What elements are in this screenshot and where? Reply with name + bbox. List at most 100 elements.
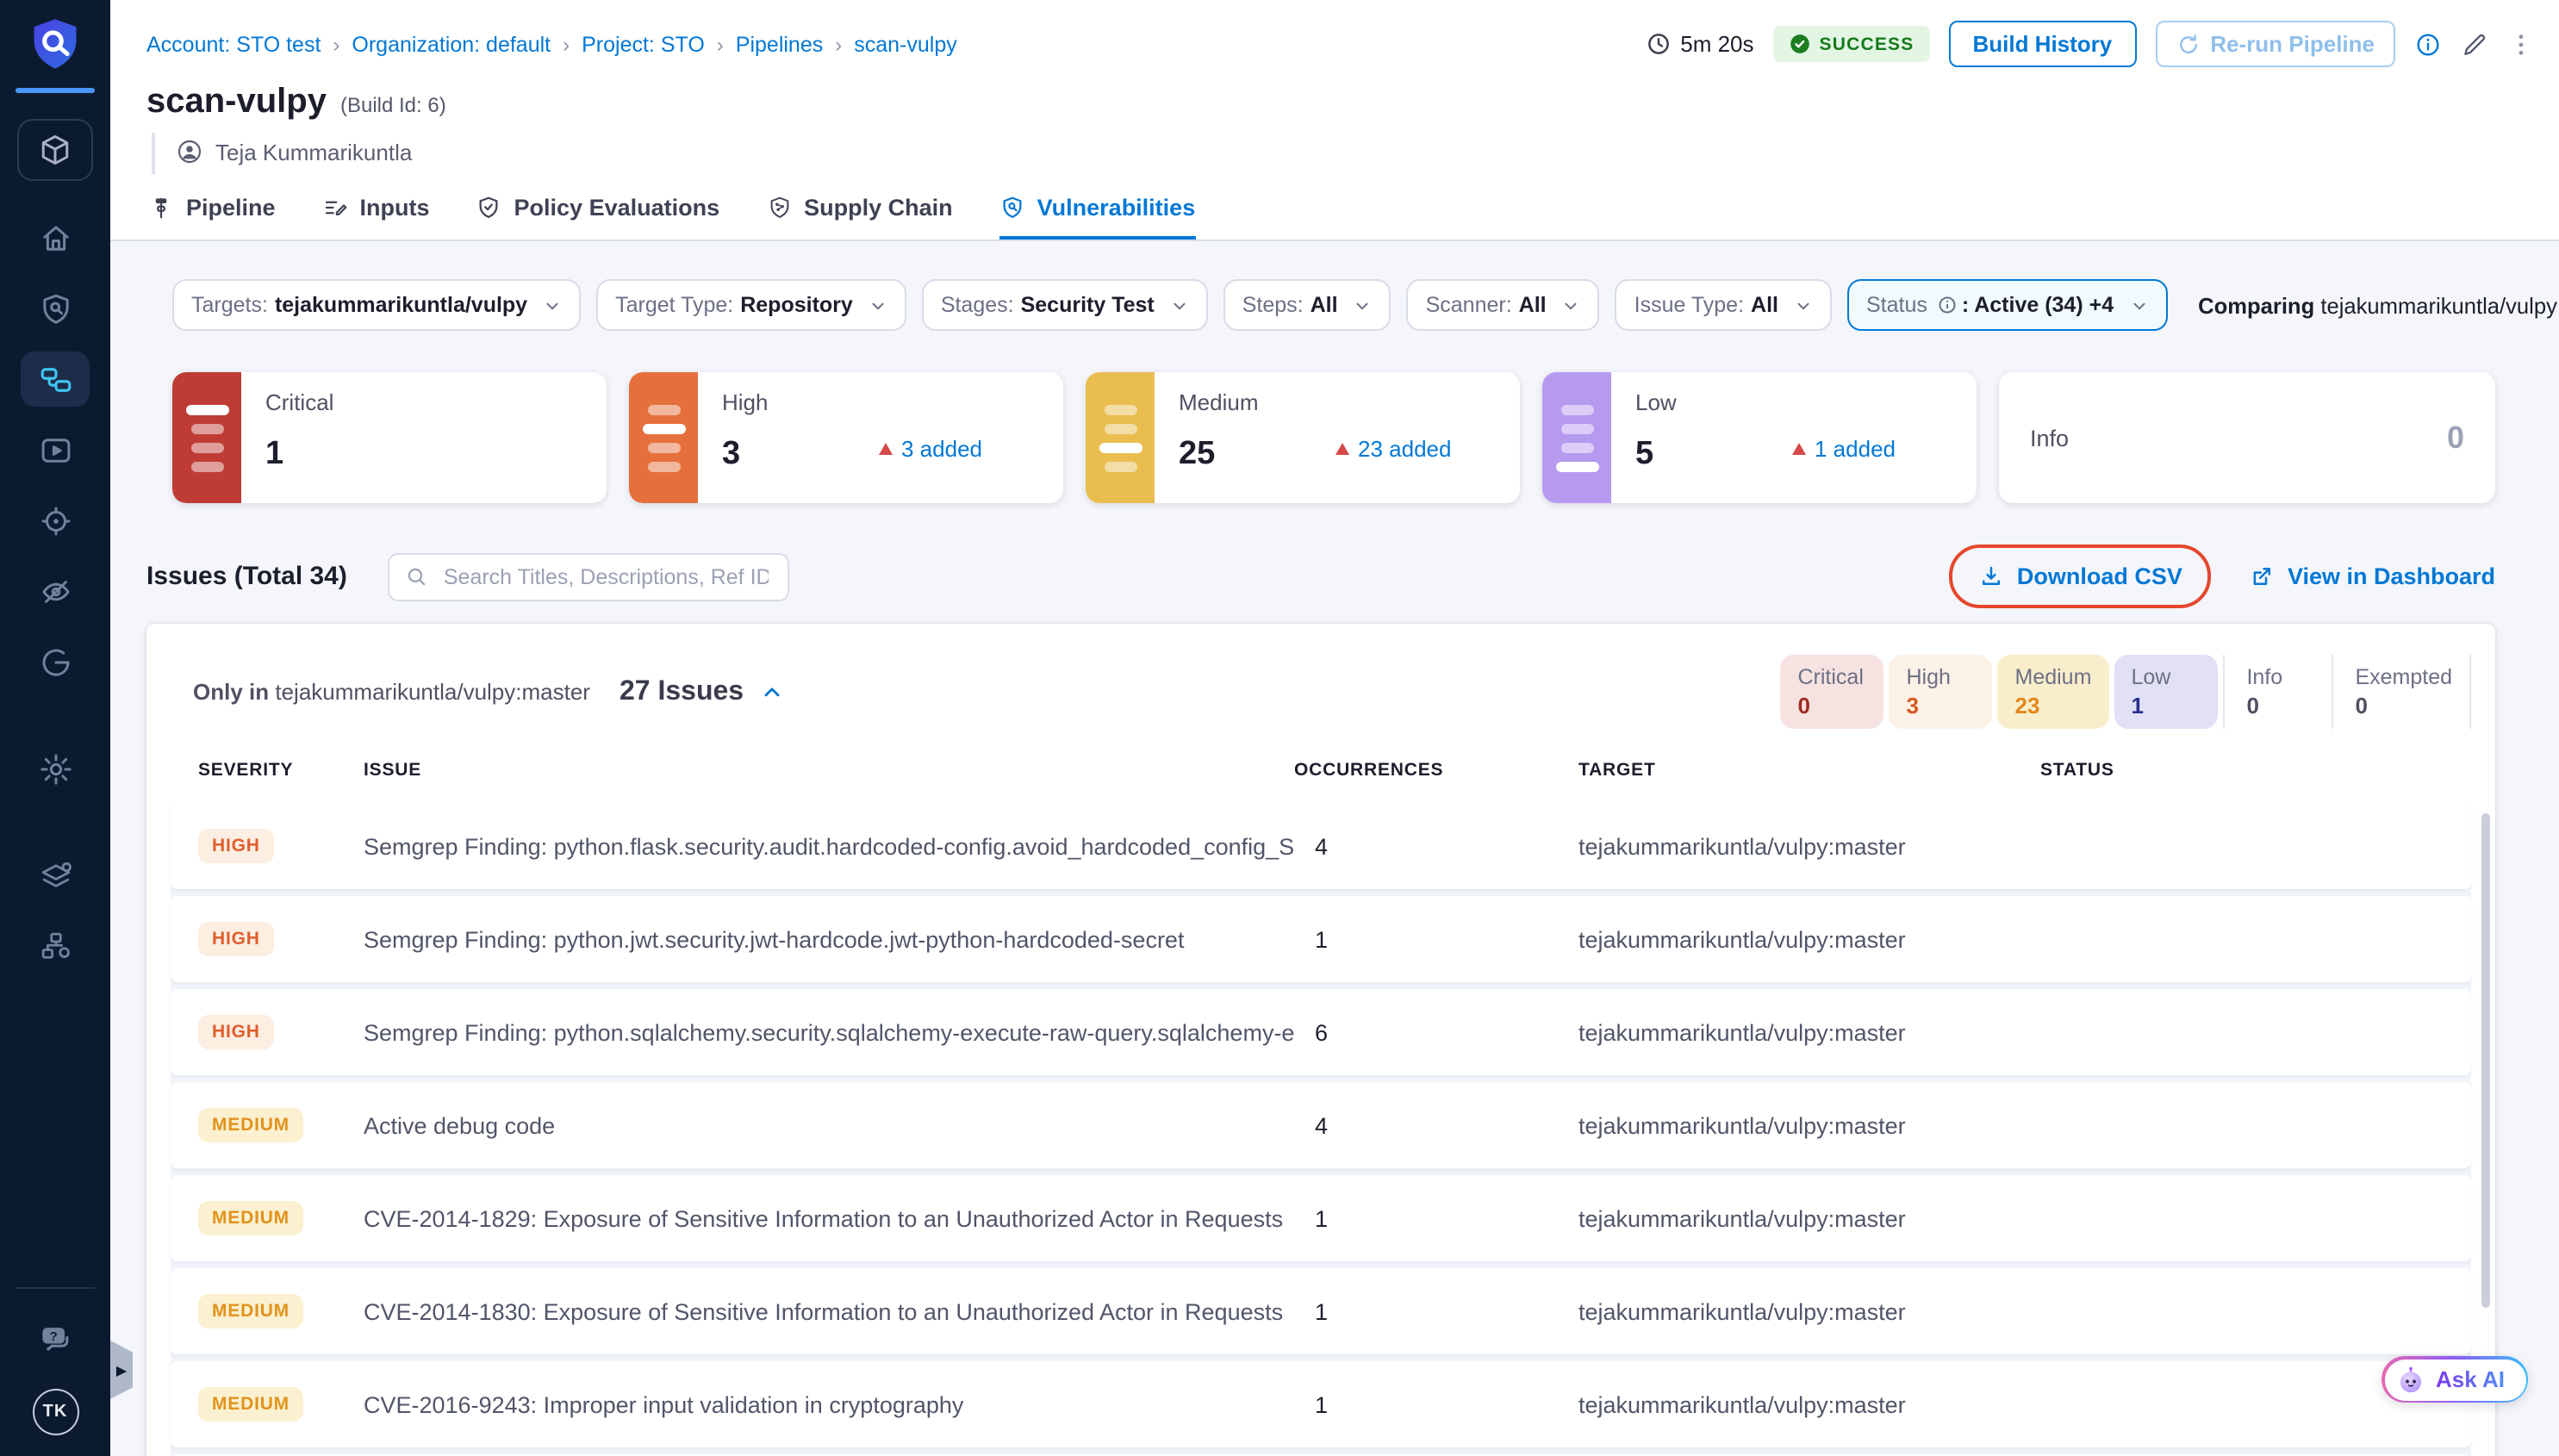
download-icon xyxy=(1979,563,2005,589)
breadcrumb-account[interactable]: Account: STO test xyxy=(146,32,321,56)
chevron-down-icon xyxy=(543,296,562,314)
col-severity: SEVERITY xyxy=(198,760,364,781)
sto-shield-logo-icon[interactable] xyxy=(26,16,84,74)
filter-target-type[interactable]: Target Type: Repository xyxy=(596,279,906,331)
build-duration: 5m 20s xyxy=(1646,31,1753,57)
shield-search-icon xyxy=(999,195,1025,221)
chip-high[interactable]: High3 xyxy=(1890,655,1993,729)
left-nav-sidebar: ? TK xyxy=(0,0,110,1456)
tab-supply-chain[interactable]: Supply Chain xyxy=(766,195,953,240)
severity-badge: MEDIUM xyxy=(198,1387,303,1422)
breadcrumb: Account: STO test › Organization: default… xyxy=(146,32,957,56)
tab-inputs[interactable]: Inputs xyxy=(322,195,430,240)
severity-cards-row: Critical 1 High 3 3 added xyxy=(172,372,2495,503)
view-in-dashboard-button[interactable]: View in Dashboard xyxy=(2250,563,2495,589)
occurrences-cell: 1 xyxy=(1294,1298,1578,1324)
download-csv-button[interactable]: Download CSV xyxy=(1979,563,2182,589)
col-issue: ISSUE xyxy=(364,760,1294,781)
filter-targets[interactable]: Targets: tejakummarikuntla/vulpy xyxy=(172,279,581,331)
target-cell: tejakummarikuntla/vulpy:master xyxy=(1578,926,2040,952)
module-selector-cube-icon[interactable] xyxy=(17,119,93,181)
severity-card-medium[interactable]: Medium 25 23 added xyxy=(1086,372,1520,503)
chip-exempted[interactable]: Exempted0 xyxy=(2331,655,2471,729)
filter-scanner[interactable]: Scanner: All xyxy=(1407,279,1600,331)
severity-card-critical[interactable]: Critical 1 xyxy=(172,372,607,503)
default-settings-layers-icon[interactable] xyxy=(21,848,90,903)
sidebar-divider xyxy=(16,1287,95,1289)
get-started-icon[interactable] xyxy=(21,634,90,689)
chip-medium[interactable]: Medium23 xyxy=(1998,655,2109,729)
severity-badge: HIGH xyxy=(198,829,274,863)
chip-low[interactable]: Low1 xyxy=(2114,655,2217,729)
severity-card-low[interactable]: Low 5 1 added xyxy=(1542,372,1977,503)
issues-search[interactable] xyxy=(389,552,790,600)
help-chat-icon[interactable]: ? xyxy=(21,1311,90,1366)
user-avatar[interactable]: TK xyxy=(32,1389,78,1435)
pipelines-icon[interactable] xyxy=(21,352,90,407)
ask-ai-button[interactable]: Ask AI xyxy=(2382,1356,2528,1403)
chevron-down-icon xyxy=(2129,296,2148,314)
group-issue-count: 27 Issues xyxy=(620,676,744,707)
breadcrumb-organization[interactable]: Organization: default xyxy=(352,32,551,56)
severity-badge: HIGH xyxy=(198,922,274,956)
issue-title: Semgrep Finding: python.sqlalchemy.secur… xyxy=(364,1019,1294,1045)
table-row[interactable]: MEDIUM CVE-2016-9243: Improper input val… xyxy=(171,1361,2471,1447)
build-history-button[interactable]: Build History xyxy=(1948,21,2136,67)
breadcrumb-pipelines[interactable]: Pipelines xyxy=(736,32,823,56)
severity-gauge-icon xyxy=(629,372,698,503)
table-scrollbar[interactable] xyxy=(2481,813,2490,1308)
severity-card-info[interactable]: Info 0 xyxy=(1999,372,2495,503)
execution-tabs: Pipeline Inputs Policy Evaluations Suppl… xyxy=(110,174,2559,241)
table-row[interactable]: HIGH Semgrep Finding: python.flask.secur… xyxy=(171,803,2471,889)
exemptions-eye-slash-icon[interactable] xyxy=(21,563,90,619)
filter-status[interactable]: Status : Active (34) +4 xyxy=(1847,279,2167,331)
filter-issue-type[interactable]: Issue Type: All xyxy=(1616,279,1832,331)
severity-gauge-icon xyxy=(1542,372,1611,503)
table-row[interactable]: MEDIUM Active debug code 4 tejakummariku… xyxy=(171,1082,2471,1168)
tab-vulnerabilities[interactable]: Vulnerabilities xyxy=(999,195,1196,240)
issue-title: CVE-2014-1829: Exposure of Sensitive Inf… xyxy=(364,1205,1294,1231)
breadcrumb-project[interactable]: Project: STO xyxy=(582,32,705,56)
search-input[interactable] xyxy=(440,563,773,590)
occurrences-cell: 1 xyxy=(1294,926,1578,952)
filter-stages[interactable]: Stages: Security Test xyxy=(922,279,1208,331)
breadcrumb-separator: › xyxy=(563,32,570,56)
severity-card-high[interactable]: High 3 3 added xyxy=(629,372,1063,503)
chevron-up-icon[interactable] xyxy=(759,680,783,704)
more-options-kebab-icon[interactable] xyxy=(2507,30,2535,58)
target-cell: tejakummarikuntla/vulpy:master xyxy=(1578,1112,2040,1138)
filter-steps[interactable]: Steps: All xyxy=(1223,279,1392,331)
user-icon xyxy=(176,138,203,165)
organization-settings-tree-icon[interactable] xyxy=(21,918,90,974)
targets-crosshair-icon[interactable] xyxy=(21,493,90,548)
table-row[interactable]: HIGH Semgrep Finding: python.sqlalchemy.… xyxy=(171,989,2471,1075)
page-header: Account: STO test › Organization: default… xyxy=(110,0,2559,174)
chip-info[interactable]: Info0 xyxy=(2222,655,2326,729)
occurrences-cell: 6 xyxy=(1294,1019,1578,1045)
scan-shield-icon[interactable] xyxy=(21,281,90,336)
target-cell: tejakummarikuntla/vulpy:master xyxy=(1578,1205,2040,1231)
home-icon[interactable] xyxy=(21,210,90,265)
external-link-icon xyxy=(2250,563,2276,589)
table-row[interactable]: MEDIUM CVE-2014-1829: Exposure of Sensit… xyxy=(171,1175,2471,1261)
occurrences-cell: 4 xyxy=(1294,1112,1578,1138)
tab-pipeline[interactable]: Pipeline xyxy=(148,195,276,240)
chevron-down-icon xyxy=(1170,296,1189,314)
severity-badge: MEDIUM xyxy=(198,1294,303,1328)
info-icon[interactable] xyxy=(2414,30,2442,58)
nav-active-underline xyxy=(16,88,95,93)
occurrences-cell: 4 xyxy=(1294,833,1578,859)
settings-gear-icon[interactable] xyxy=(21,741,90,796)
shield-nodes-icon xyxy=(766,195,792,221)
edit-pencil-icon[interactable] xyxy=(2461,30,2488,58)
table-row[interactable]: HIGH Semgrep Finding: python.jwt.securit… xyxy=(171,896,2471,982)
chip-critical[interactable]: Critical0 xyxy=(1781,655,1884,729)
target-cell: tejakummarikuntla/vulpy:master xyxy=(1578,833,2040,859)
tab-policy-evaluations[interactable]: Policy Evaluations xyxy=(476,195,720,240)
added-delta: 23 added xyxy=(1336,436,1451,462)
rerun-pipeline-button[interactable]: Re-run Pipeline xyxy=(2155,21,2395,67)
table-row[interactable]: MEDIUM CVE-2014-1830: Exposure of Sensit… xyxy=(171,1268,2471,1354)
breadcrumb-current[interactable]: scan-vulpy xyxy=(854,32,957,56)
executions-icon[interactable] xyxy=(21,422,90,477)
breadcrumb-separator: › xyxy=(717,32,724,56)
